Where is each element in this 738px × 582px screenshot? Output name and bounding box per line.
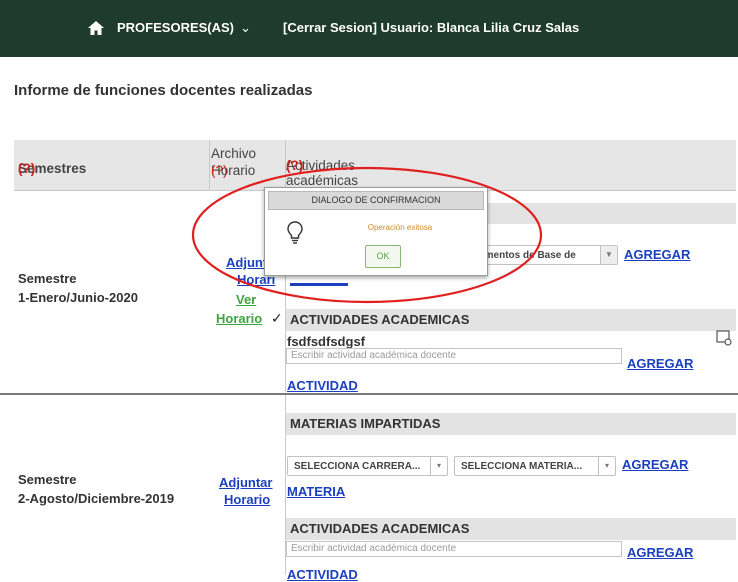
page-title: Informe de funciones docentes realizadas xyxy=(14,82,313,99)
home-icon[interactable] xyxy=(88,21,104,35)
nav-menu-label: PROFESORES(AS) xyxy=(117,20,235,35)
ver-horario-link[interactable]: Ver xyxy=(236,292,256,307)
dialog-message: Operación exitosa xyxy=(367,223,433,232)
help-archivo-link[interactable]: (?) xyxy=(211,162,228,179)
ver-horario-link-2[interactable]: Horario xyxy=(216,311,262,326)
actividad-link[interactable]: ACTIVIDAD xyxy=(287,378,358,393)
materia-link-underline xyxy=(290,283,348,286)
adjuntar-horario-link-2[interactable]: Horario xyxy=(224,492,270,507)
dialog-title: DIALOGO DE CONFIRMACION xyxy=(268,191,484,210)
column-divider xyxy=(209,140,210,190)
agregar-actividad-button[interactable]: AGREGAR xyxy=(627,356,693,371)
agregar-materia-button[interactable]: AGREGAR xyxy=(622,457,688,472)
actividades-header: ACTIVIDADES ACADEMICAS xyxy=(286,309,736,331)
top-navbar: PROFESORES(AS) ⌄ [Cerrar Sesion] Usuario:… xyxy=(0,0,738,57)
nav-menu-profesores[interactable]: PROFESORES(AS) ⌄ xyxy=(117,20,251,36)
table-header: Semestres (?) Archivo Horario (?) Activid… xyxy=(14,140,736,218)
semester-1-label: Semestre 1-Enero/Junio-2020 xyxy=(18,271,138,305)
materia-link[interactable]: MATERIA xyxy=(287,484,345,499)
lightbulb-icon xyxy=(287,221,303,244)
logout-user-link[interactable]: [Cerrar Sesion] Usuario: Blanca Lilia Cr… xyxy=(283,20,579,35)
carrera-select[interactable]: SELECCIONA CARRERA... ▾ xyxy=(287,456,448,476)
check-icon: ✓ xyxy=(271,310,283,326)
activity-item: fsdfsdfsdgsf xyxy=(287,334,365,349)
agregar-actividad-button[interactable]: AGREGAR xyxy=(627,545,693,560)
chevron-down-icon: ▾ xyxy=(430,457,447,475)
help-semestres-link[interactable]: (?) xyxy=(18,161,35,176)
activity-input[interactable]: Escribir actividad académica docente xyxy=(286,541,622,557)
agregar-materia-button[interactable]: AGREGAR xyxy=(624,247,690,262)
dialog-ok-button[interactable]: OK xyxy=(365,245,401,268)
materias-header: MATERIAS IMPARTIDAS xyxy=(286,413,736,435)
chevron-down-icon: ⌄ xyxy=(240,20,251,35)
activity-input[interactable]: Escribir actividad académica docente xyxy=(286,348,622,364)
confirmation-dialog: DIALOGO DE CONFIRMACION Operación exitos… xyxy=(264,187,488,276)
actividades-header: ACTIVIDADES ACADEMICAS xyxy=(286,518,736,540)
help-actividades-link[interactable]: (?) xyxy=(286,158,303,173)
adjuntar-horario-link[interactable]: Adjunt xyxy=(226,255,267,270)
chevron-down-icon: ▼ xyxy=(600,246,617,264)
materia-select[interactable]: damentos de Base de ▼ xyxy=(466,245,618,265)
chevron-down-icon: ▾ xyxy=(598,457,615,475)
semester-2-label: Semestre 2-Agosto/Diciembre-2019 xyxy=(18,472,175,506)
adjuntar-horario-link[interactable]: Adjuntar xyxy=(219,475,272,490)
materia-select[interactable]: SELECCIONA MATERIA... ▾ xyxy=(454,456,616,476)
semester-separator xyxy=(0,393,738,395)
comment-icon[interactable] xyxy=(716,330,732,346)
